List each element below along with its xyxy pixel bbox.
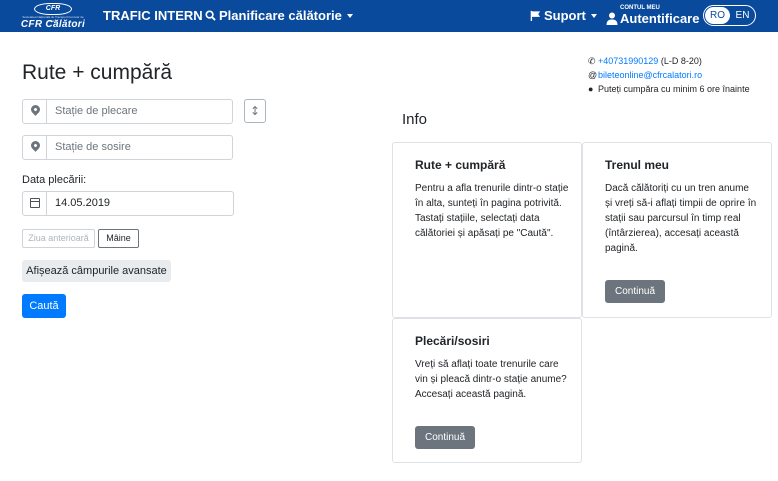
info-card-departures: Plecări/sosiri Vreți să aflați toate tre… xyxy=(392,318,582,463)
search-icon xyxy=(205,10,216,21)
arrival-addon xyxy=(23,136,47,159)
swap-arrows-icon: ↕ xyxy=(249,104,261,118)
card-text: Pentru a afla trenurile dintr-o stație î… xyxy=(415,183,569,239)
card-text: Dacă călătoriți cu un tren anume și vreț… xyxy=(605,183,757,254)
login-label: Autentificare xyxy=(620,11,700,26)
chevron-down-icon xyxy=(590,13,597,18)
logo-name: CFR Călători xyxy=(20,19,86,30)
top-navbar: CFR Societatea Națională de Transport Fe… xyxy=(0,0,778,32)
card-title: Rute + cumpără xyxy=(415,158,506,172)
info-heading: Info xyxy=(402,111,428,128)
lang-ro-button[interactable]: RO xyxy=(705,7,730,24)
calendar-icon xyxy=(30,198,40,208)
card-title: Plecări/sosiri xyxy=(415,334,490,348)
lang-en-button[interactable]: EN xyxy=(730,7,755,24)
clock-icon: ● xyxy=(588,84,594,94)
nav-trafic-intern[interactable]: TRAFIC INTERN xyxy=(103,8,203,23)
at-icon: @ xyxy=(588,70,598,80)
arrival-field[interactable]: Stație de sosire xyxy=(22,135,233,160)
date-field[interactable]: 14.05.2019 xyxy=(22,191,234,216)
departure-addon xyxy=(23,100,47,123)
info-card-routes: Rute + cumpără Pentru a afla trenurile d… xyxy=(392,142,582,318)
advanced-fields-button[interactable]: Afișează câmpurile avansate xyxy=(22,260,171,282)
phone-link[interactable]: +40731990129 xyxy=(598,56,658,66)
search-button[interactable]: Caută xyxy=(22,294,66,318)
next-day-button[interactable]: Mâine xyxy=(98,229,139,248)
logo-emblem: CFR xyxy=(34,3,72,15)
flag-icon xyxy=(530,10,541,21)
language-switch: RO EN xyxy=(703,5,756,26)
nav-planificare[interactable]: Planificare călătorie xyxy=(205,8,353,23)
chevron-down-icon xyxy=(346,13,353,18)
card-title: Trenul meu xyxy=(605,158,670,172)
nav-suport-label: Suport xyxy=(544,8,586,23)
departure-input[interactable]: Stație de plecare xyxy=(55,105,138,117)
card-text: Vreți să aflați toate trenurile care vin… xyxy=(415,359,567,400)
prev-day-button[interactable]: Ziua anterioară xyxy=(22,229,95,248)
phone-icon: ✆ xyxy=(588,56,596,66)
date-addon[interactable] xyxy=(23,192,47,215)
email-link[interactable]: bileteonline@cfrcalatori.ro xyxy=(598,70,702,80)
swap-stations-button[interactable]: ↕ xyxy=(244,99,266,123)
date-input[interactable]: 14.05.2019 xyxy=(55,197,110,209)
my-train-continue-button[interactable]: Continuă xyxy=(605,280,665,303)
map-pin-icon xyxy=(29,103,42,116)
map-pin-icon xyxy=(29,139,42,152)
nav-suport[interactable]: Suport xyxy=(530,8,597,23)
nav-planificare-label: Planificare călătorie xyxy=(219,8,342,23)
phone-hours: (L-D 8-20) xyxy=(660,56,702,66)
purchase-note: Puteți cumpăra cu minim 6 ore înainte xyxy=(598,84,750,94)
info-card-my-train: Trenul meu Dacă călătoriți cu un tren an… xyxy=(582,142,772,318)
cfr-logo[interactable]: CFR Societatea Națională de Transport Fe… xyxy=(20,3,86,30)
date-label: Data plecării: xyxy=(22,174,87,186)
contact-info: ✆ +40731990129 (L-D 8-20) @bileteonline@c… xyxy=(588,54,750,96)
page-title: Rute + cumpără xyxy=(22,61,172,84)
departures-continue-button[interactable]: Continuă xyxy=(415,426,475,449)
user-icon xyxy=(606,12,618,25)
departure-field[interactable]: Stație de plecare xyxy=(22,99,233,124)
arrival-input[interactable]: Stație de sosire xyxy=(55,141,131,153)
